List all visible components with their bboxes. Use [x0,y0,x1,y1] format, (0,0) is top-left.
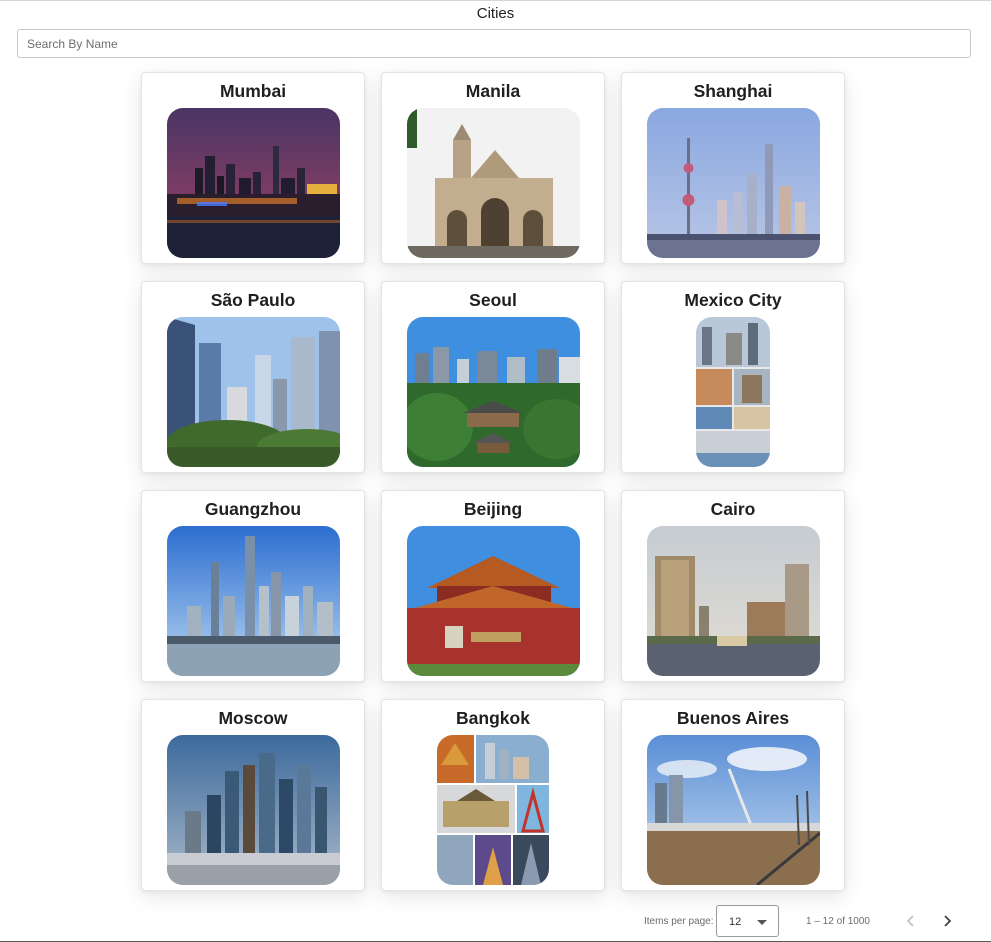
next-page-button[interactable] [938,912,956,930]
city-image [646,735,820,885]
city-image [166,526,340,676]
city-image [437,735,549,885]
items-per-page-label: Items per page: [644,916,714,927]
city-image [406,108,580,258]
city-card-shanghai[interactable]: Shanghai [621,72,845,264]
city-card-mexico-city[interactable]: Mexico City [621,281,845,473]
city-card-manila[interactable]: Manila [381,72,605,264]
city-image [166,735,340,885]
city-card-mumbai[interactable]: Mumbai [141,72,365,264]
city-name: Guangzhou [204,499,302,519]
city-card-moscow[interactable]: Moscow [141,699,365,891]
city-name: Moscow [218,708,288,728]
city-name: Manila [465,81,521,101]
search-field[interactable] [17,29,971,58]
page-title: Cities [476,5,515,22]
city-name: Beijing [463,499,523,519]
city-card-seoul[interactable]: Seoul [381,281,605,473]
page-range-label: 1 – 12 of 1000 [806,916,870,927]
city-image [406,526,580,676]
city-name: Mexico City [684,290,782,310]
city-image [166,317,340,467]
city-image [166,108,340,258]
city-name: Shanghai [693,81,773,101]
city-card-buenos-aires[interactable]: Buenos Aires [621,699,845,891]
city-card-bangkok[interactable]: Bangkok [381,699,605,891]
city-name: São Paulo [210,290,296,310]
city-name: Buenos Aires [676,708,790,728]
page-size-value: 12 [729,916,742,928]
caret-down-icon [757,920,767,925]
city-name: Bangkok [456,708,530,728]
city-name: Seoul [469,290,517,310]
city-name: Cairo [710,499,756,519]
city-card-cairo[interactable]: Cairo [621,490,845,682]
city-card-sao-paulo[interactable]: São Paulo [141,281,365,473]
city-image [646,526,820,676]
city-image [406,317,580,467]
chevron-left-icon [906,915,914,927]
search-input[interactable] [18,30,970,57]
city-card-beijing[interactable]: Beijing [381,490,605,682]
page-size-select[interactable]: 12 [716,905,779,937]
paginator: Items per page: 12 1 – 12 of 1000 [0,905,991,937]
city-image [646,108,820,258]
city-grid: Mumbai Manila Shanghai São Paulo Seoul M… [141,72,845,891]
previous-page-button[interactable] [902,912,920,930]
cities-page: Cities Mumbai [0,0,991,942]
city-name: Mumbai [219,81,287,101]
chevron-right-icon [944,915,952,927]
city-card-guangzhou[interactable]: Guangzhou [141,490,365,682]
city-image [696,317,770,467]
